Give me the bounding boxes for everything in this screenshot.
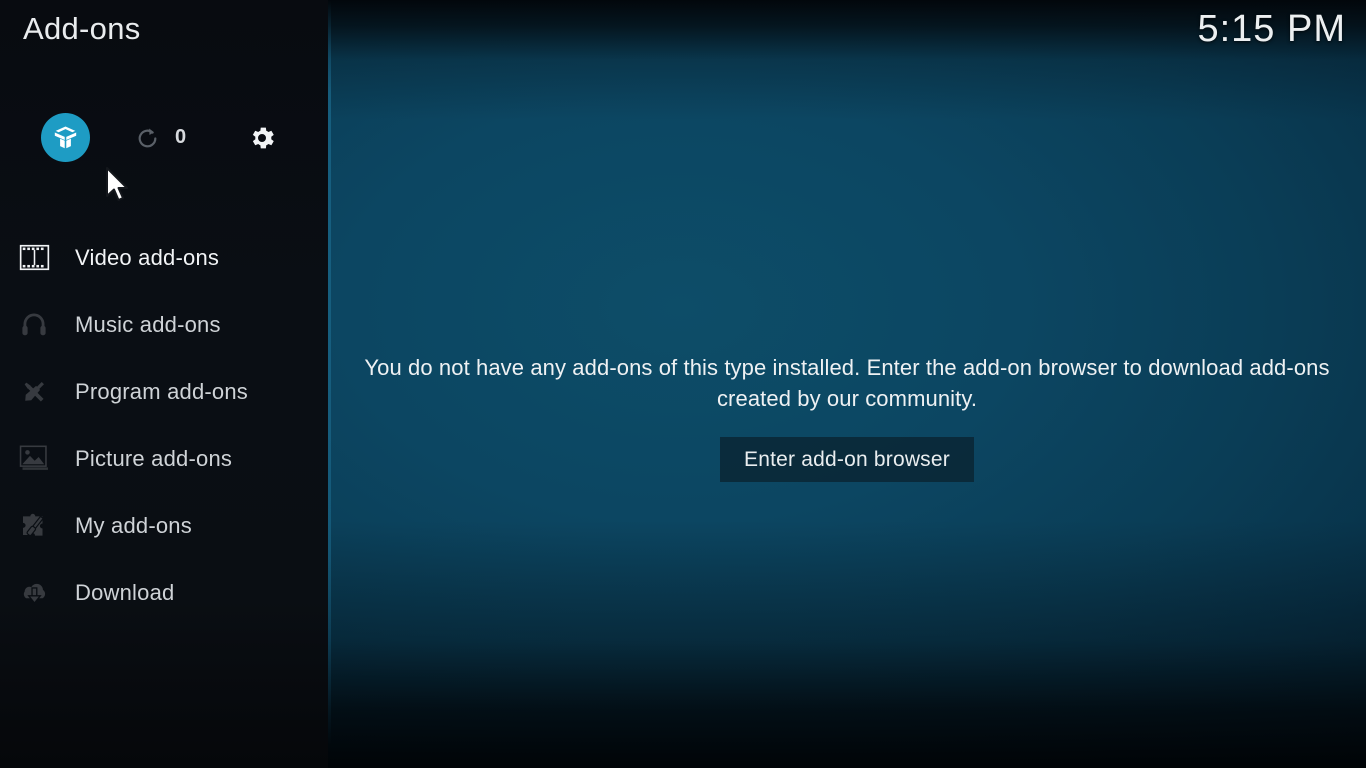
- sidebar-item-label: Download: [75, 579, 175, 605]
- sidebar-item-music-add-ons[interactable]: Music add-ons: [0, 291, 328, 358]
- sidebar-item-label: My add-ons: [75, 512, 192, 538]
- empty-state-message: You do not have any add-ons of this type…: [364, 355, 1330, 411]
- picture-icon: [16, 441, 52, 477]
- headphones-icon: [16, 307, 52, 343]
- page-title: Add-ons: [23, 11, 141, 46]
- clock: 5:15 PM: [1197, 8, 1346, 50]
- sidebar-item-picture-add-ons[interactable]: Picture add-ons: [0, 425, 328, 492]
- gear-icon[interactable]: [247, 123, 277, 153]
- cloud-download-icon: [16, 575, 52, 611]
- sidebar-item-label: Picture add-ons: [75, 445, 233, 471]
- sidebar-item-my-add-ons[interactable]: My add-ons: [0, 492, 328, 559]
- update-count-badge: 0: [175, 126, 187, 148]
- sidebar-item-label: Music add-ons: [75, 311, 221, 337]
- sidebar-item-video-add-ons[interactable]: Video add-ons: [0, 224, 328, 291]
- puzzle-tool-icon: [16, 508, 52, 544]
- sidebar-item-download[interactable]: Download: [0, 559, 328, 626]
- refresh-icon[interactable]: [133, 124, 161, 152]
- sidebar: Add-ons 0 Video add-ons Music add-ons Pr…: [0, 0, 328, 768]
- kodi-addons-screen: You do not have any add-ons of this type…: [0, 0, 1366, 768]
- sidebar-item-label: Program add-ons: [75, 378, 248, 404]
- film-strip-icon: [16, 240, 52, 276]
- sidebar-nav-list: Video add-ons Music add-ons Program add-…: [0, 224, 328, 626]
- sidebar-item-label: Video add-ons: [75, 244, 220, 270]
- empty-state-container: You do not have any add-ons of this type…: [328, 0, 1366, 768]
- addon-box-icon[interactable]: [41, 113, 90, 162]
- tools-icon: [16, 374, 52, 410]
- enter-addon-browser-button[interactable]: Enter add-on browser: [720, 437, 974, 482]
- sidebar-item-program-add-ons[interactable]: Program add-ons: [0, 358, 328, 425]
- arrow-pointer-icon: [106, 167, 128, 201]
